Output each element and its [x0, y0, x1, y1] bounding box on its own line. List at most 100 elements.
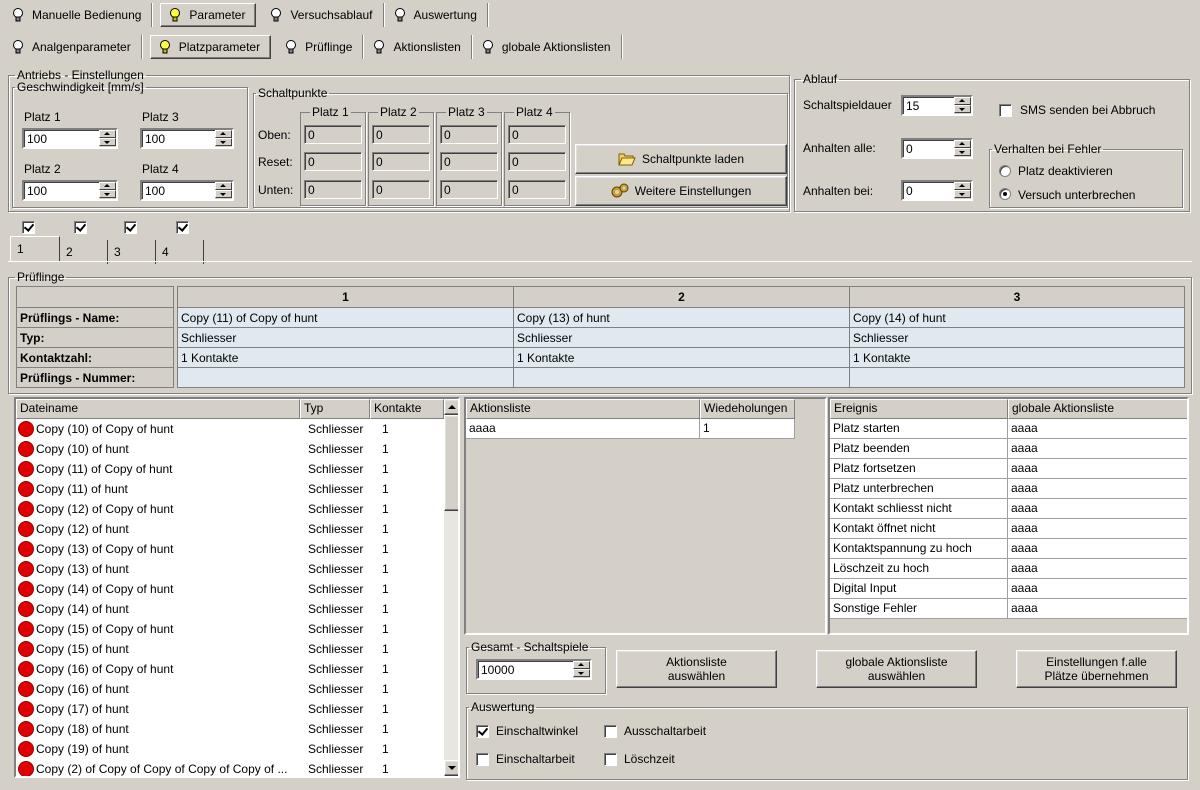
platz-1-checkbox[interactable] [22, 221, 35, 234]
list-item[interactable]: Copy (11) of Copy of hunt Schliesser 1 [16, 459, 436, 479]
scroll-down-button[interactable] [444, 760, 458, 776]
auswertung-checkbox-4[interactable] [604, 753, 617, 766]
subtab-prüflinge[interactable]: Prüflinge [277, 35, 364, 59]
subtab-analgenparameter[interactable]: Analgenparameter [4, 35, 142, 59]
list-item[interactable]: Copy (16) of Copy of hunt Schliesser 1 [16, 659, 436, 679]
aktion-col-header[interactable]: Wiedeholungen [700, 399, 795, 419]
table-row[interactable]: Löschzeit zu hoch aaaa [830, 559, 1187, 579]
anhalten-alle-input[interactable]: 0 [901, 138, 973, 159]
list-item[interactable]: Copy (15) of hunt Schliesser 1 [16, 639, 436, 659]
file-col-header[interactable]: Typ [300, 399, 370, 419]
subtab-aktionslisten[interactable]: Aktionslisten [365, 35, 472, 59]
auswertung-checkbox-3[interactable] [476, 753, 489, 766]
schaltpunkte-laden-button[interactable]: Schaltpunkte laden [575, 144, 787, 174]
list-item[interactable]: Copy (2) of Copy of Copy of Copy of Copy… [16, 759, 436, 776]
schaltpunkt-value-field[interactable]: 0 [440, 125, 498, 144]
schaltpunkt-value-field[interactable]: 0 [304, 180, 362, 199]
pruefling-cell[interactable] [849, 367, 1185, 388]
platz-4-checkbox[interactable] [176, 221, 189, 234]
schaltspieldauer-input[interactable]: 15 [901, 95, 973, 116]
schaltpunkt-value-field[interactable]: 0 [508, 180, 566, 199]
platz4-speed-input[interactable]: 100 [140, 180, 234, 201]
pruefling-cell[interactable] [177, 367, 514, 388]
platz-2-checkbox[interactable] [74, 221, 87, 234]
table-row[interactable]: Platz starten aaaa [830, 419, 1187, 439]
file-col-header[interactable]: Kontakte [370, 399, 444, 419]
list-item[interactable]: Copy (17) of hunt Schliesser 1 [16, 699, 436, 719]
tab-auswertung[interactable]: Auswertung [386, 3, 488, 27]
list-item[interactable]: Copy (12) of Copy of hunt Schliesser 1 [16, 499, 436, 519]
auswertung-checkbox-1[interactable] [476, 725, 489, 738]
schaltpunkt-value-field[interactable]: 0 [304, 125, 362, 144]
platz-3-checkbox[interactable] [124, 221, 137, 234]
aktionsliste-table[interactable]: Aktionsliste Wiedeholungen aaaa 1 [464, 397, 827, 635]
pruefling-cell[interactable] [513, 367, 850, 388]
platz-deaktivieren-radio[interactable] [999, 165, 1011, 177]
table-row[interactable]: Kontakt öffnet nicht aaaa [830, 519, 1187, 539]
list-item[interactable]: Copy (12) of hunt Schliesser 1 [16, 519, 436, 539]
pruefling-cell[interactable]: Schliesser [849, 327, 1185, 348]
ereignis-table[interactable]: Ereignis globale Aktionsliste Platz start… [828, 397, 1189, 635]
schaltpunkt-value-field[interactable]: 0 [440, 152, 498, 171]
table-row[interactable]: Sonstige Fehler aaaa [830, 599, 1187, 619]
schaltpunkt-value-field[interactable]: 0 [372, 152, 430, 171]
list-item[interactable]: Copy (11) of hunt Schliesser 1 [16, 479, 436, 499]
anhalten-bei-input[interactable]: 0 [901, 180, 973, 201]
file-list[interactable]: Dateiname Typ Kontakte Copy (10) of Copy o… [14, 397, 460, 778]
weitere-einstellungen-button[interactable]: Weitere Einstellungen [575, 176, 787, 206]
table-row[interactable]: Digital Input aaaa [830, 579, 1187, 599]
versuch-unterbrechen-radio[interactable] [999, 188, 1011, 200]
table-row[interactable]: Platz beenden aaaa [830, 439, 1187, 459]
list-item[interactable]: Copy (10) of hunt Schliesser 1 [16, 439, 436, 459]
list-item[interactable]: Copy (15) of Copy of hunt Schliesser 1 [16, 619, 436, 639]
file-col-header[interactable]: Dateiname [16, 399, 300, 419]
platz3-speed-input[interactable]: 100 [140, 128, 234, 149]
schaltpunkt-value-field[interactable]: 0 [304, 152, 362, 171]
pruefling-cell[interactable]: Schliesser [513, 327, 850, 348]
subtab-globale-aktionslisten[interactable]: globale Aktionslisten [474, 35, 622, 59]
sms-checkbox[interactable] [999, 104, 1012, 117]
table-row[interactable]: Platz unterbrechen aaaa [830, 479, 1187, 499]
list-item[interactable]: Copy (10) of Copy of hunt Schliesser 1 [16, 419, 436, 439]
table-row[interactable]: Kontaktspannung zu hoch aaaa [830, 539, 1187, 559]
table-row[interactable]: Kontakt schliesst nicht aaaa [830, 499, 1187, 519]
aktion-col-header[interactable]: Aktionsliste [466, 399, 700, 419]
schaltpunkt-value-field[interactable]: 0 [372, 125, 430, 144]
list-item[interactable]: Copy (18) of hunt Schliesser 1 [16, 719, 436, 739]
gesamt-schaltspiele-input[interactable]: 10000 [476, 659, 592, 680]
schaltpunkt-value-field[interactable]: 0 [440, 180, 498, 199]
pruefling-cell[interactable]: 1 Kontakte [177, 347, 514, 368]
platz2-speed-input[interactable]: 100 [22, 180, 118, 201]
schaltpunkt-value-field[interactable]: 0 [508, 125, 566, 144]
list-item[interactable]: Copy (16) of hunt Schliesser 1 [16, 679, 436, 699]
tab-manuelle-bedienung[interactable]: Manuelle Bedienung [4, 3, 153, 27]
ereignis-col-header[interactable]: globale Aktionsliste [1008, 399, 1187, 419]
schaltpunkt-value-field[interactable]: 0 [372, 180, 430, 199]
aktionsliste-auswaehlen-button[interactable]: Aktionsliste auswählen [616, 650, 777, 688]
list-item[interactable]: Copy (14) of Copy of hunt Schliesser 1 [16, 579, 436, 599]
auswertung-checkbox-2[interactable] [604, 725, 617, 738]
subtab-platzparameter[interactable]: Platzparameter [149, 35, 272, 59]
platz-tab-1[interactable]: 1 [10, 236, 60, 262]
list-item[interactable]: Copy (14) of hunt Schliesser 1 [16, 599, 436, 619]
pruefling-cell[interactable]: 1 Kontakte [513, 347, 850, 368]
pruefling-cell[interactable]: 1 Kontakte [849, 347, 1185, 368]
platz1-speed-input[interactable]: 100 [22, 128, 118, 149]
scroll-up-button[interactable] [444, 399, 458, 415]
table-row[interactable]: aaaa 1 [466, 419, 795, 439]
schaltpunkt-value-field[interactable]: 0 [508, 152, 566, 171]
scroll-thumb[interactable] [444, 415, 458, 511]
globale-aktionsliste-button[interactable]: globale Aktionsliste auswählen [816, 650, 977, 688]
list-item[interactable]: Copy (13) of Copy of hunt Schliesser 1 [16, 539, 436, 559]
list-item[interactable]: Copy (19) of hunt Schliesser 1 [16, 739, 436, 759]
pruefling-cell[interactable]: Schliesser [177, 327, 514, 348]
tab-versuchsablauf[interactable]: Versuchsablauf [262, 3, 384, 27]
table-row[interactable]: Platz fortsetzen aaaa [830, 459, 1187, 479]
pruefling-cell[interactable]: Copy (11) of Copy of hunt [177, 307, 514, 328]
pruefling-cell[interactable]: Copy (13) of hunt [513, 307, 850, 328]
pruefling-cell[interactable]: Copy (14) of hunt [849, 307, 1185, 328]
einstellungen-uebernehmen-button[interactable]: Einstellungen f.alle Plätze übernehmen [1016, 650, 1177, 688]
ereignis-col-header[interactable]: Ereignis [830, 399, 1008, 419]
file-list-scrollbar[interactable] [444, 399, 458, 776]
list-item[interactable]: Copy (13) of hunt Schliesser 1 [16, 559, 436, 579]
